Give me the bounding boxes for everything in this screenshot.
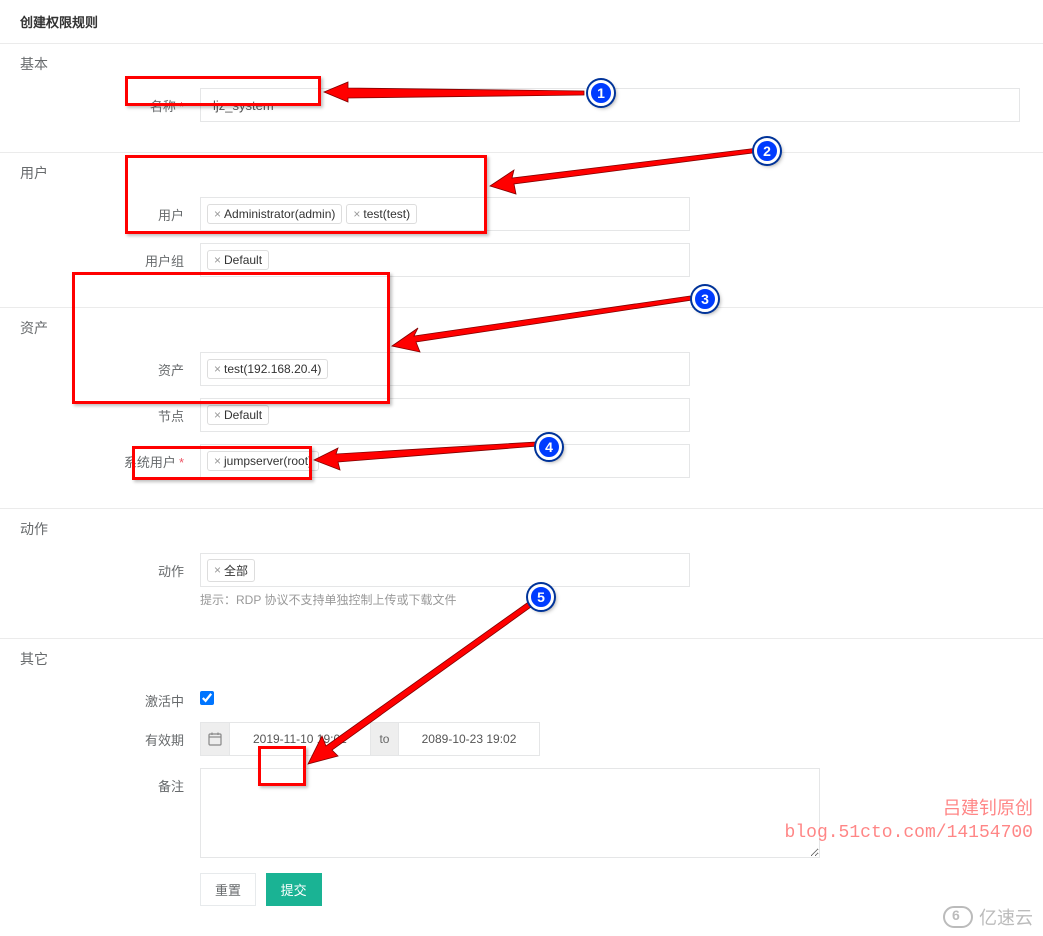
annotation-badge-1: 1 (588, 80, 614, 106)
section-asset: 资产 资产 ×test(192.168.20.4) 节点 ×Default 系统… (0, 307, 1043, 508)
action-tag-input[interactable]: ×全部 (200, 553, 690, 587)
name-label: 名称 (150, 99, 176, 114)
date-range[interactable]: to (200, 722, 540, 756)
annotation-badge-2: 2 (754, 138, 780, 164)
usergroup-tag-input[interactable]: ×Default (200, 243, 690, 277)
submit-button[interactable]: 提交 (266, 873, 322, 906)
tag-item[interactable]: ×jumpserver(root) (207, 451, 319, 471)
close-icon[interactable]: × (214, 454, 221, 468)
close-icon[interactable]: × (353, 207, 360, 221)
action-hint: 提示：RDP 协议不支持单独控制上传或下载文件 (200, 591, 690, 608)
section-title-other: 其它 (20, 649, 1023, 669)
active-label: 激活中 (145, 694, 184, 709)
asset-label: 资产 (158, 363, 184, 378)
asset-tag-input[interactable]: ×test(192.168.20.4) (200, 352, 690, 386)
annotation-badge-5: 5 (528, 584, 554, 610)
remark-label: 备注 (158, 779, 184, 794)
section-title-user: 用户 (20, 163, 1023, 183)
sysuser-label: 系统用户 (124, 455, 176, 470)
active-checkbox[interactable] (200, 691, 214, 705)
annotation-badge-3: 3 (692, 286, 718, 312)
annotation-badge-4: 4 (536, 434, 562, 460)
close-icon[interactable]: × (214, 362, 221, 376)
tag-item[interactable]: ×Administrator(admin) (207, 204, 342, 224)
user-label: 用户 (158, 208, 184, 223)
valid-label: 有效期 (145, 733, 184, 748)
node-tag-input[interactable]: ×Default (200, 398, 690, 432)
required-mark: * (179, 99, 184, 114)
section-basic: 基本 名称* (0, 43, 1043, 152)
required-mark: * (179, 455, 184, 470)
section-title-asset: 资产 (20, 318, 1023, 338)
user-tag-input[interactable]: ×Administrator(admin) ×test(test) (200, 197, 690, 231)
node-label: 节点 (158, 409, 184, 424)
sysuser-tag-input[interactable]: ×jumpserver(root) (200, 444, 690, 478)
section-user: 用户 用户 ×Administrator(admin) ×test(test) … (0, 152, 1043, 307)
section-title-basic: 基本 (20, 54, 1023, 74)
close-icon[interactable]: × (214, 563, 221, 577)
close-icon[interactable]: × (214, 207, 221, 221)
tag-item[interactable]: ×test(test) (346, 204, 417, 224)
tag-item[interactable]: ×test(192.168.20.4) (207, 359, 328, 379)
tag-item[interactable]: ×全部 (207, 559, 255, 582)
remark-textarea[interactable] (200, 768, 820, 858)
section-other: 其它 激活中 有效期 to 备注 (0, 638, 1043, 936)
tag-item[interactable]: ×Default (207, 405, 269, 425)
action-label: 动作 (158, 564, 184, 579)
page-title: 创建权限规则 (0, 0, 1043, 43)
date-to-input[interactable] (399, 723, 539, 755)
date-separator: to (370, 723, 399, 755)
reset-button[interactable]: 重置 (200, 873, 256, 906)
usergroup-label: 用户组 (145, 254, 184, 269)
date-from-input[interactable] (230, 723, 370, 755)
calendar-icon (201, 723, 230, 755)
tag-item[interactable]: ×Default (207, 250, 269, 270)
section-action: 动作 动作 ×全部 提示：RDP 协议不支持单独控制上传或下载文件 (0, 508, 1043, 638)
section-title-action: 动作 (20, 519, 1023, 539)
close-icon[interactable]: × (214, 408, 221, 422)
close-icon[interactable]: × (214, 253, 221, 267)
